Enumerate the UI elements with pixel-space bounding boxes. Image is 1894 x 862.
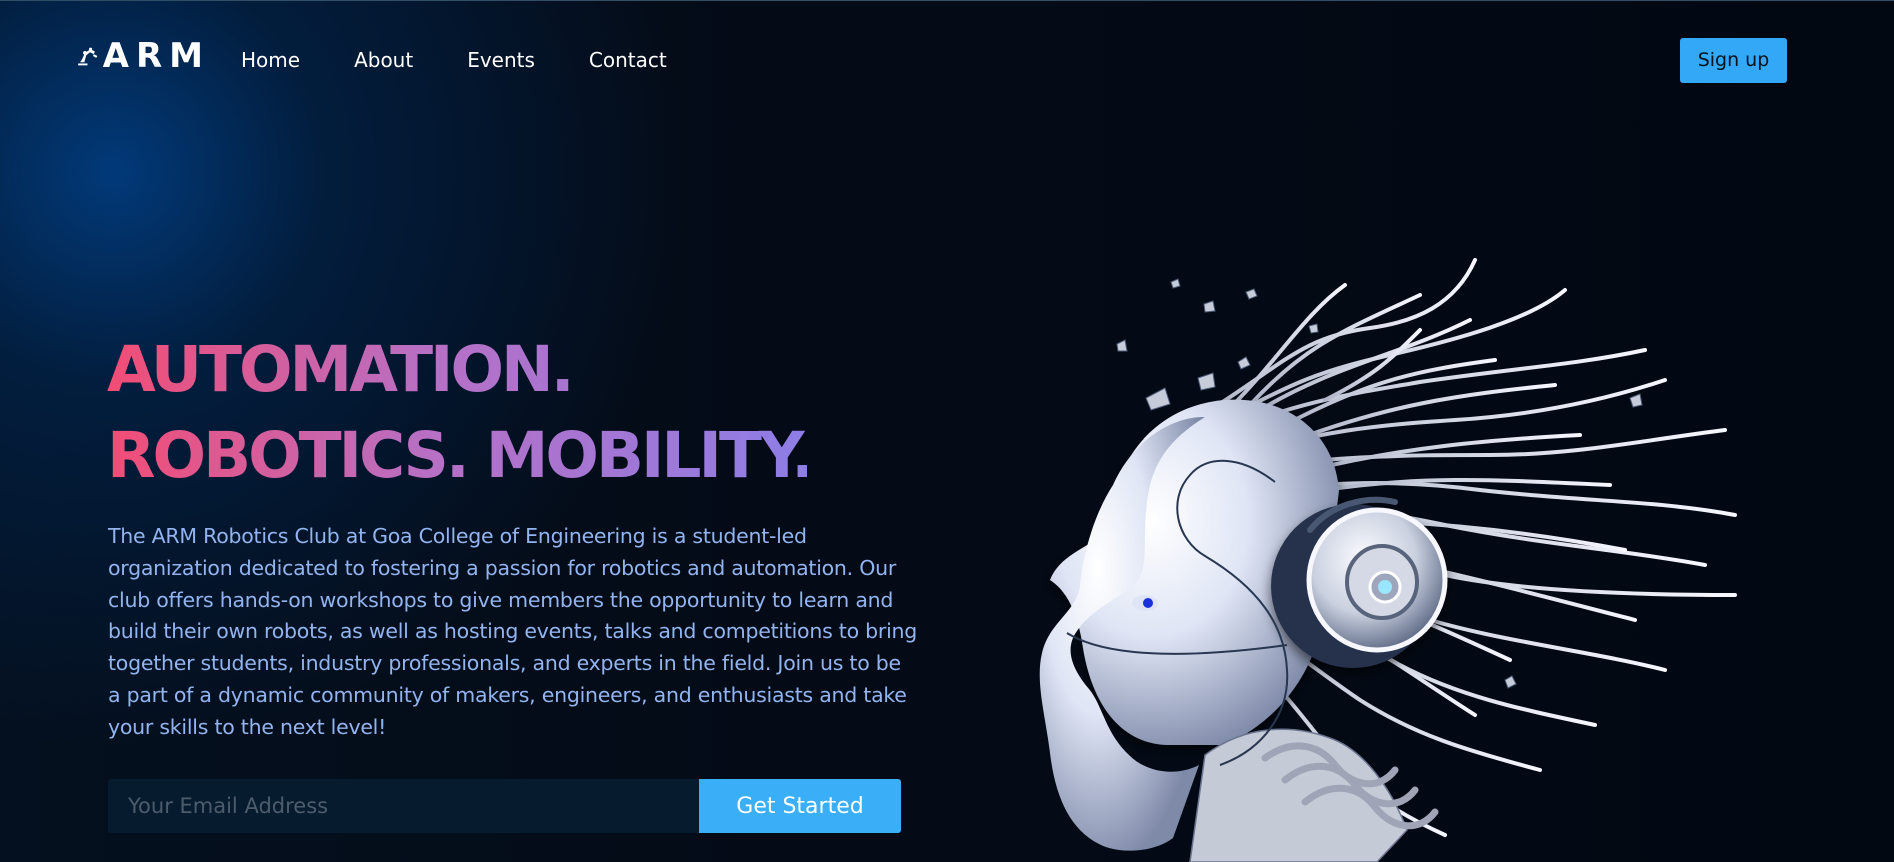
robot-head-image bbox=[1039, 258, 1737, 862]
landing-page: ARM Home About Events Contact Sign up AU… bbox=[0, 0, 1894, 862]
hero-title: AUTOMATION. ROBOTICS. MOBILITY. bbox=[107, 327, 807, 499]
top-border bbox=[0, 0, 1894, 1]
sign-up-button[interactable]: Sign up bbox=[1680, 38, 1787, 83]
nav-about[interactable]: About bbox=[354, 48, 413, 72]
email-input[interactable] bbox=[108, 779, 699, 833]
arm-logo[interactable]: ARM bbox=[75, 36, 210, 76]
hero-title-line-1: AUTOMATION. bbox=[107, 333, 572, 406]
email-signup-form: Get Started bbox=[108, 779, 901, 833]
nav-home[interactable]: Home bbox=[241, 48, 300, 72]
logo-text: ARM bbox=[102, 36, 210, 76]
main-navigation: Home About Events Contact bbox=[241, 48, 667, 72]
robot-eye bbox=[1132, 595, 1158, 611]
get-started-button[interactable]: Get Started bbox=[699, 779, 901, 833]
hero-description: The ARM Robotics Club at Goa College of … bbox=[108, 524, 918, 739]
nav-contact[interactable]: Contact bbox=[589, 48, 667, 72]
nav-events[interactable]: Events bbox=[467, 48, 535, 72]
robotic-arm-icon bbox=[78, 47, 98, 66]
hero-title-line-2: ROBOTICS. MOBILITY. bbox=[107, 419, 813, 492]
